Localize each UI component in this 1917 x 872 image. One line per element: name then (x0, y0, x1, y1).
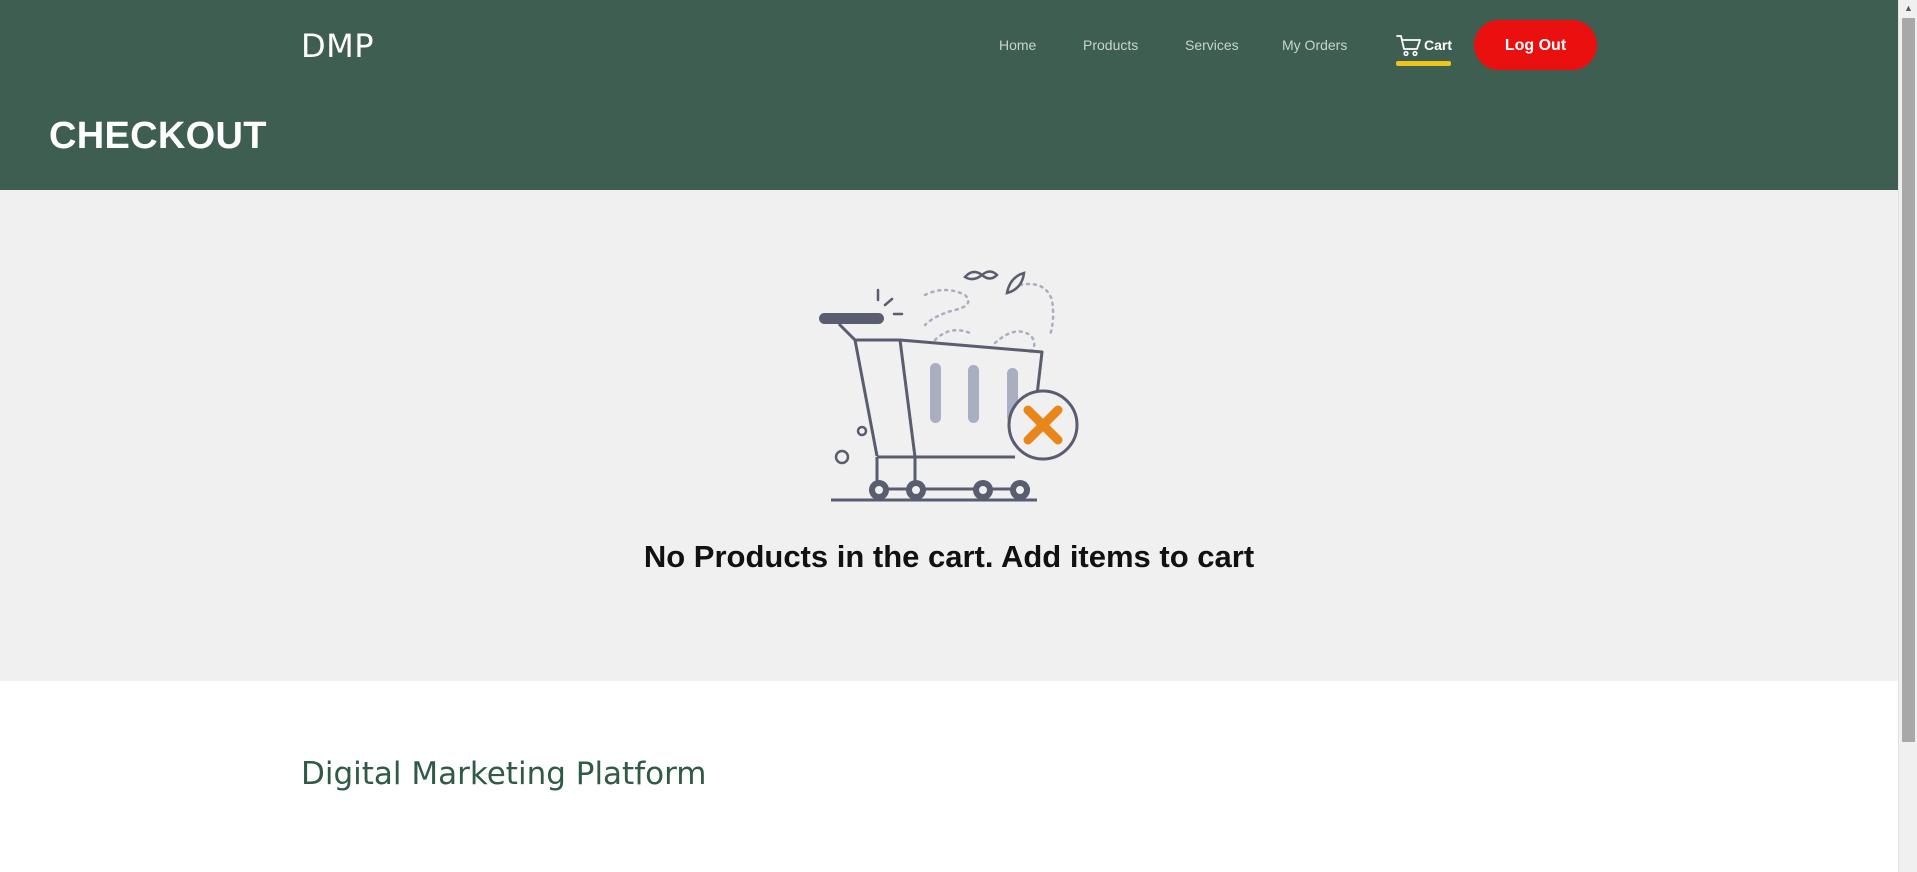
scroll-up-arrow-icon[interactable]: ▲ (1899, 0, 1917, 17)
cart-label: Cart (1424, 37, 1453, 53)
active-nav-indicator (1396, 61, 1451, 66)
nav-products-link[interactable]: Products (1083, 37, 1138, 53)
empty-cart-message: No Products in the cart. Add items to ca… (643, 539, 1255, 574)
site-header: DMP Home Products Services My Orders Car… (0, 0, 1898, 190)
empty-cart-illustration (819, 270, 1079, 502)
site-footer: Digital Marketing Platform (0, 681, 1898, 872)
nav-home-link[interactable]: Home (999, 37, 1036, 53)
footer-title: Digital Marketing Platform (301, 756, 707, 792)
nav-my-orders-link[interactable]: My Orders (1282, 37, 1347, 53)
page: DMP Home Products Services My Orders Car… (0, 0, 1917, 872)
nav-services-link[interactable]: Services (1185, 37, 1239, 53)
main-content: DMP Home Products Services My Orders Car… (0, 0, 1898, 872)
empty-cart-section: No Products in the cart. Add items to ca… (0, 190, 1898, 681)
main-nav: Home Products Services My Orders Cart Lo… (0, 0, 1898, 90)
logout-button[interactable]: Log Out (1474, 20, 1597, 70)
nav-cart-link[interactable]: Cart (1396, 32, 1452, 68)
vertical-scrollbar[interactable]: ▲ (1898, 0, 1917, 872)
cart-icon (1396, 35, 1421, 57)
scrollbar-thumb[interactable] (1902, 18, 1915, 742)
page-title: CHECKOUT (49, 115, 267, 157)
